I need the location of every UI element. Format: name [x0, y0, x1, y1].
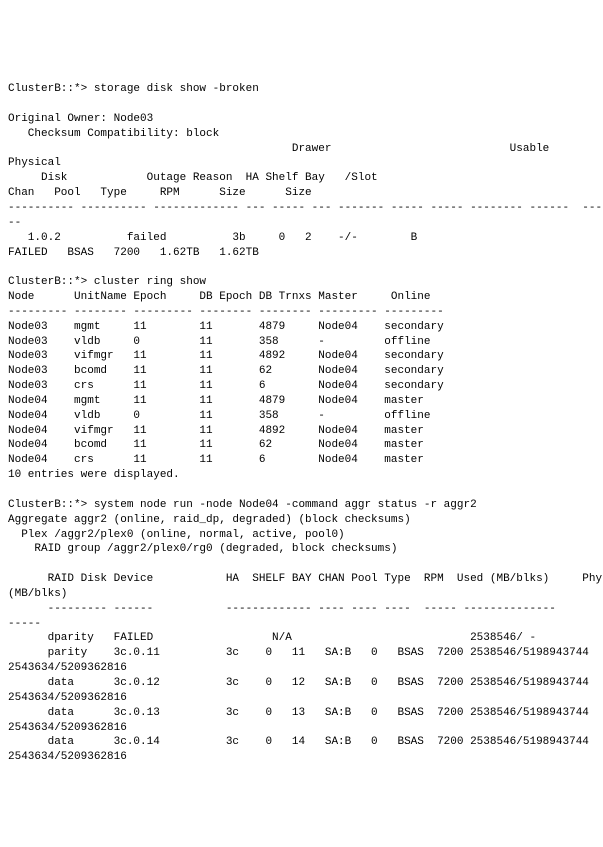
broken-row-a: 1.0.2 failed 3b 0 2 -/- B [8, 232, 417, 244]
ring-row: Node03 vldb 0 11 358 - offline [8, 336, 430, 348]
raid-hdr1: RAID Disk Device HA SHELF BAY CHAN Pool … [8, 573, 603, 585]
raid-row: parity 3c.0.11 3c 0 11 SA:B 0 BSAS 7200 … [8, 647, 589, 659]
ring-row: Node03 bcomd 11 11 62 Node04 secondary [8, 365, 444, 377]
cmd3-prompt: ClusterB::*> system node run -node Node0… [8, 499, 477, 511]
ring-row: Node03 vifmgr 11 11 4892 Node04 secondar… [8, 350, 444, 362]
ring-row: Node04 crs 11 11 6 Node04 master [8, 454, 424, 466]
ring-row: Node03 crs 11 11 6 Node04 secondary [8, 380, 444, 392]
original-owner: Original Owner: Node03 [8, 113, 153, 125]
ring-sep: --------- -------- --------- -------- --… [8, 306, 444, 318]
raid-row: data 3c.0.12 3c 0 12 SA:B 0 BSAS 7200 25… [8, 677, 589, 689]
ring-hdr: Node UnitName Epoch DB Epoch DB Trnxs Ma… [8, 291, 430, 303]
ring-row: Node04 mgmt 11 11 4879 Node04 master [8, 395, 424, 407]
ring-row: Node04 vldb 0 11 358 - offline [8, 410, 430, 422]
broken-row-b: FAILED BSAS 7200 1.62TB 1.62TB [8, 247, 259, 259]
raid-row: data 3c.0.14 3c 0 14 SA:B 0 BSAS 7200 25… [8, 736, 589, 748]
terminal-output: ClusterB::*> storage disk show -broken O… [8, 67, 603, 765]
cmd2-prompt: ClusterB::*> cluster ring show [8, 276, 206, 288]
raid-sep: --------- ------ ------------- ---- ----… [8, 603, 556, 615]
aggr-line2: Plex /aggr2/plex0 (online, normal, activ… [8, 529, 345, 541]
raid-row-wrap: 2543634/5209362816 [8, 662, 127, 674]
raid-row-wrap: 2543634/5209362816 [8, 692, 127, 704]
sep1: ---------- ---------- ------------- --- … [8, 202, 603, 214]
ring-row: Node04 vifmgr 11 11 4892 Node04 master [8, 425, 424, 437]
checksum-compat: Checksum Compatibility: block [8, 128, 219, 140]
ring-row: Node03 mgmt 11 11 4879 Node04 secondary [8, 321, 444, 333]
raid-hdr2: (MB/blks) [8, 588, 67, 600]
raid-row-wrap: 2543634/5209362816 [8, 751, 127, 763]
hdr-drawer-usable: Drawer Usable [8, 143, 549, 155]
hdr-chan: Chan Pool Type RPM Size Size [8, 187, 312, 199]
raid-row: dparity FAILED N/A 2538546/ - [8, 632, 536, 644]
ring-row: Node04 bcomd 11 11 62 Node04 master [8, 439, 424, 451]
raid-row: data 3c.0.13 3c 0 13 SA:B 0 BSAS 7200 25… [8, 707, 589, 719]
ring-footer: 10 entries were displayed. [8, 469, 180, 481]
sep2: -- [8, 217, 21, 229]
cmd1-prompt: ClusterB::*> storage disk show -broken [8, 83, 259, 95]
raid-sep2: ----- [8, 618, 41, 630]
aggr-line3: RAID group /aggr2/plex0/rg0 (degraded, b… [8, 543, 397, 555]
hdr-disk: Disk Outage Reason HA Shelf Bay /Slot [8, 172, 378, 184]
aggr-line1: Aggregate aggr2 (online, raid_dp, degrad… [8, 514, 411, 526]
raid-row-wrap: 2543634/5209362816 [8, 722, 127, 734]
hdr-physical: Physical [8, 157, 61, 169]
